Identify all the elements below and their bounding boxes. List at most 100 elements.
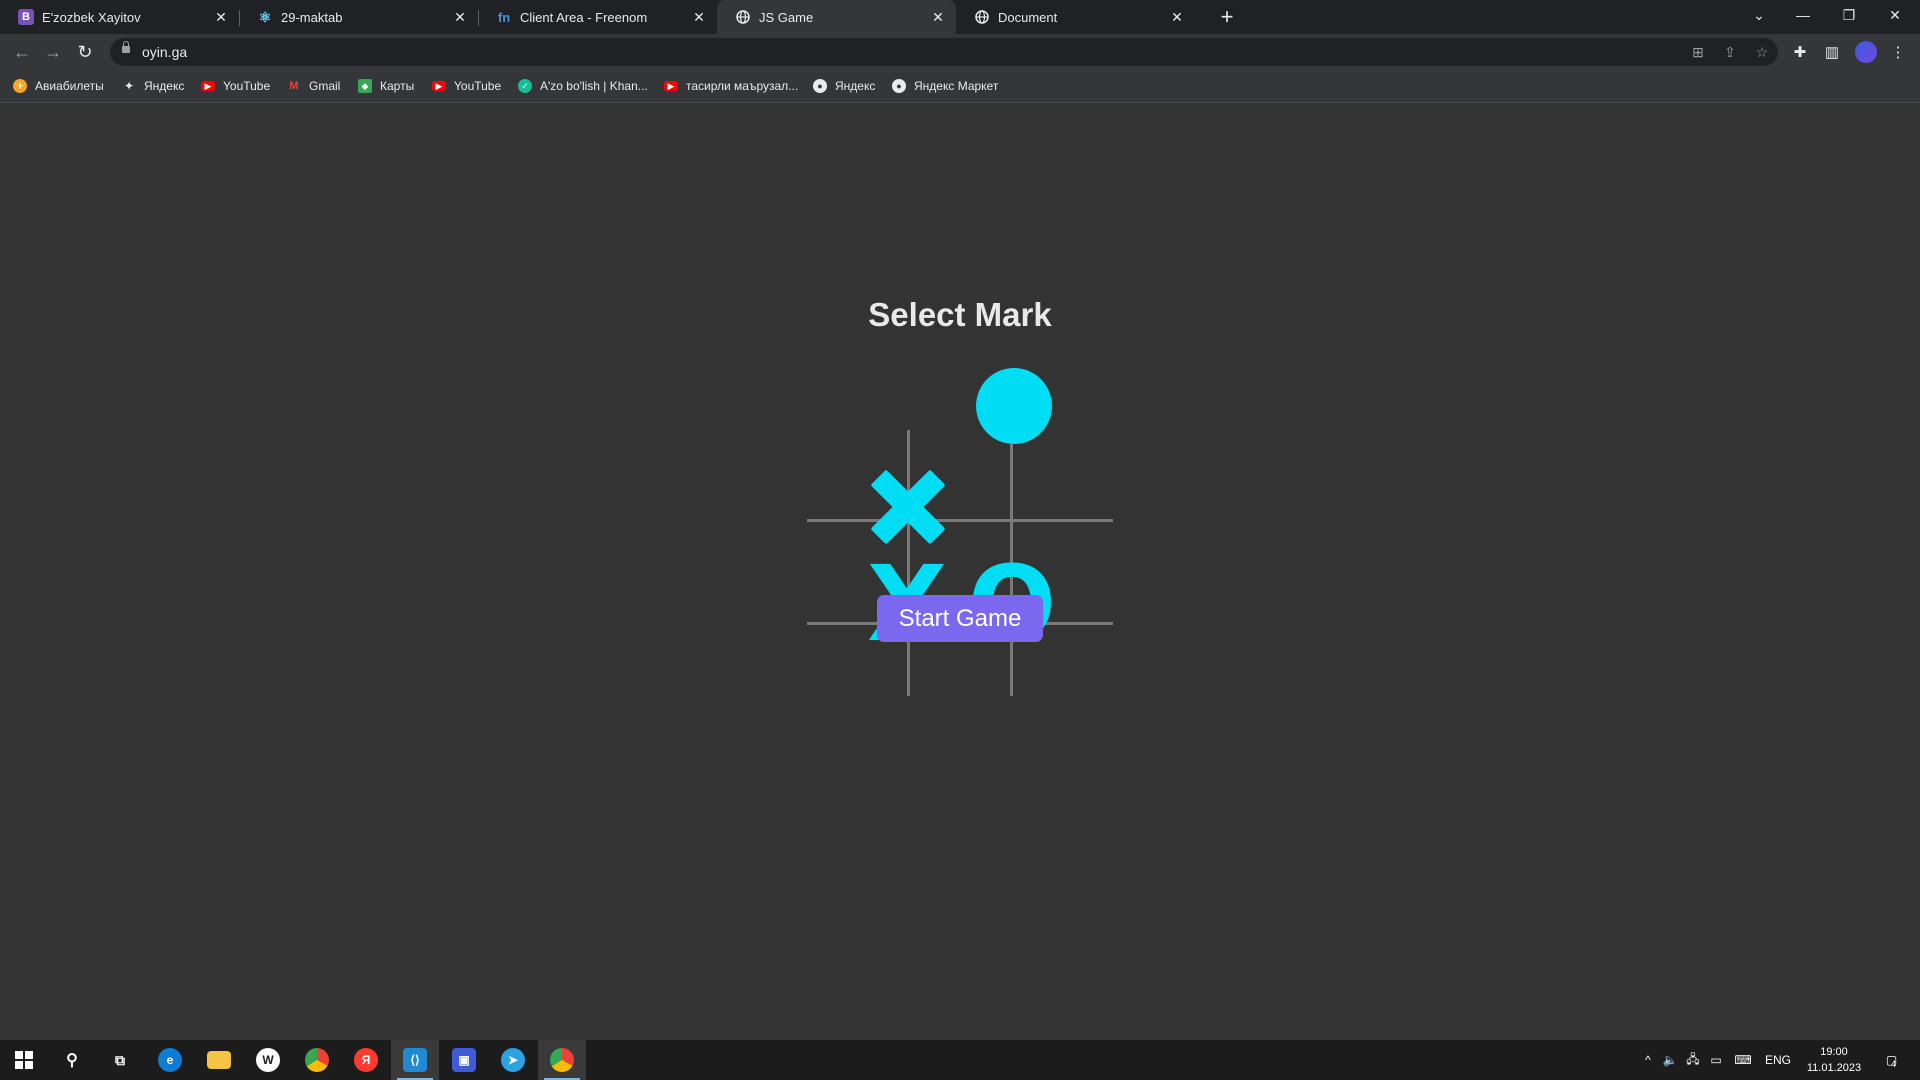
chrome-icon [550, 1048, 574, 1072]
bookmark-label: A'zo bo'lish | Khan... [540, 79, 648, 93]
reload-icon[interactable]: ↻ [73, 40, 97, 64]
taskbar-yandex-browser[interactable]: Я [342, 1040, 390, 1080]
chevron-up-icon[interactable]: ^ [1638, 1040, 1658, 1080]
close-icon[interactable]: ✕ [930, 9, 946, 25]
side-panel-icon[interactable]: ▥ [1820, 40, 1844, 64]
folder-icon [207, 1051, 231, 1069]
star-bookmark-icon[interactable]: ☆ [1752, 42, 1772, 62]
search-icon: ⚲ [66, 1052, 78, 1069]
maps-icon: ◆ [358, 79, 372, 93]
bookmark-label: Авиабилеты [35, 79, 104, 93]
start-game-button[interactable]: Start Game [877, 595, 1043, 642]
language-indicator[interactable]: ENG [1760, 1040, 1796, 1080]
taskbar-edge[interactable]: e [146, 1040, 194, 1080]
bookmark-gmail[interactable]: M Gmail [287, 77, 340, 95]
forward-arrow-icon[interactable]: → [41, 40, 65, 64]
aviabilety-icon: ✈ [13, 79, 27, 93]
bookmark-yandex-market[interactable]: ● Яндекс Маркет [892, 77, 998, 95]
new-tab-button[interactable]: + [1214, 4, 1240, 30]
bookmark-tasirli[interactable]: ▶ тасирли маърузал... [664, 77, 798, 95]
youtube-icon: ▶ [432, 81, 446, 91]
tab-ezozbek[interactable]: B E'zozbek Xayitov ✕ [0, 0, 240, 34]
o-mark-option[interactable] [976, 368, 1052, 444]
globe-icon: ● [892, 79, 906, 93]
notification-count: 4 [1891, 1059, 1897, 1069]
kebab-menu-icon[interactable]: ⋮ [1886, 40, 1910, 64]
bookmark-label: YouTube [454, 79, 502, 93]
bookmark-aviabilety[interactable]: ✈ Авиабилеты [13, 77, 104, 95]
tab-search-chevron-icon[interactable]: ⌄ [1736, 0, 1782, 30]
profile-avatar[interactable] [1855, 41, 1877, 63]
windows-logo-icon [15, 1051, 33, 1069]
bookmark-khan[interactable]: ✓ A'zo bo'lish | Khan... [518, 77, 648, 95]
window-close-button[interactable]: ✕ [1872, 0, 1918, 30]
share-icon[interactable]: ⇪ [1720, 42, 1740, 62]
freenom-icon: fn [497, 9, 511, 25]
bookmark-yandex-2[interactable]: ● Яндекс [813, 77, 875, 95]
bookmark-maps[interactable]: ◆ Карты [358, 77, 414, 95]
camera-icon[interactable]: ▭ [1706, 1040, 1726, 1080]
globe-icon [974, 9, 990, 25]
taskbar-chrome-profile[interactable] [538, 1040, 586, 1080]
lock-icon [122, 41, 130, 53]
yandex-browser-icon: Я [354, 1048, 378, 1072]
telegram-icon: ➤ [501, 1048, 525, 1072]
task-view-icon: ⧉ [115, 1051, 125, 1068]
close-icon[interactable]: ✕ [213, 9, 229, 25]
tab-freenom[interactable]: fn Client Area - Freenom ✕ [478, 0, 717, 34]
minimize-button[interactable]: — [1780, 0, 1826, 30]
address-bar[interactable]: oyin.ga ⊞ ⇪ ☆ [110, 38, 1778, 66]
bookmark-label: Яндекс [835, 79, 876, 93]
select-mark-heading: Select Mark [868, 296, 1052, 333]
taskbar-file-explorer[interactable] [195, 1040, 243, 1080]
close-icon[interactable]: ✕ [691, 9, 707, 25]
taskbar-telegram[interactable]: ➤ [489, 1040, 537, 1080]
bookmark-label: тасирли маърузал... [686, 79, 799, 93]
youtube-icon: ▶ [664, 81, 678, 91]
network-icon[interactable]: 🖧 [1683, 1040, 1703, 1080]
tab-strip: B E'zozbek Xayitov ✕ ⚛ 29-maktab ✕ fn Cl… [0, 0, 1920, 34]
tab-title: E'zozbek Xayitov [42, 9, 141, 25]
floppy-disk-icon: ▣ [452, 1048, 476, 1072]
x-mark-option[interactable] [870, 469, 946, 545]
tab-title: Client Area - Freenom [520, 9, 648, 25]
back-arrow-icon[interactable]: ← [10, 40, 34, 64]
bookmark-youtube-2[interactable]: ▶ YouTube [432, 77, 501, 95]
extensions-puzzle-icon[interactable]: ✚ [1788, 40, 1812, 64]
khan-academy-icon: ✓ [518, 79, 532, 93]
tab-29-maktab[interactable]: ⚛ 29-maktab ✕ [239, 0, 479, 34]
translate-icon[interactable]: ⊞ [1688, 42, 1708, 62]
close-icon[interactable]: ✕ [452, 9, 468, 25]
browser-toolbar: ← → ↻ oyin.ga ⊞ ⇪ ☆ ✚ ▥ ⋮ [0, 34, 1920, 70]
search-button[interactable]: ⚲ [48, 1040, 96, 1080]
bookmark-label: YouTube [223, 79, 271, 93]
bookmark-youtube[interactable]: ▶ YouTube [201, 77, 270, 95]
task-view-button[interactable]: ⧉ [96, 1040, 144, 1080]
tab-js-game[interactable]: JS Game ✕ [717, 0, 956, 34]
notification-center-button[interactable]: ▢ 4 [1874, 1040, 1908, 1080]
clock-time: 19:00 [1820, 1046, 1848, 1058]
restore-button[interactable]: ❐ [1826, 0, 1872, 30]
bookmark-label: Карты [380, 79, 415, 93]
taskbar-chrome[interactable] [293, 1040, 341, 1080]
bookmark-label: Gmail [309, 79, 341, 93]
taskbar-app-w[interactable]: W [244, 1040, 292, 1080]
bookmark-yandex[interactable]: ✦ Яндекс [122, 77, 184, 95]
windows-taskbar: ⚲ ⧉ e W Я ⟨⟩ ▣ ➤ ^ 🔈 🖧 ▭ ⌨ ENG 19:00 11.… [0, 1040, 1920, 1080]
w-app-icon: W [256, 1048, 280, 1072]
volume-icon[interactable]: 🔈 [1660, 1040, 1680, 1080]
tab-title: 29-maktab [281, 9, 343, 25]
bookmark-label: Яндекс [144, 79, 185, 93]
bookmarks-bar: ✈ Авиабилеты ✦ Яндекс ▶ YouTube M Gmail … [0, 70, 1920, 103]
taskbar-save-app[interactable]: ▣ [440, 1040, 488, 1080]
start-button[interactable] [0, 1040, 48, 1080]
close-icon[interactable]: ✕ [1169, 9, 1185, 25]
taskbar-vscode[interactable]: ⟨⟩ [391, 1040, 439, 1080]
tab-title: JS Game [759, 9, 814, 25]
clock-date: 11.01.2023 [1806, 1062, 1862, 1074]
globe-icon [735, 9, 751, 25]
clock[interactable]: 19:00 11.01.2023 [1800, 1044, 1868, 1076]
sparkle-icon: ✦ [123, 79, 135, 93]
keyboard-icon[interactable]: ⌨ [1730, 1040, 1756, 1080]
tab-document[interactable]: Document ✕ [956, 0, 1195, 34]
